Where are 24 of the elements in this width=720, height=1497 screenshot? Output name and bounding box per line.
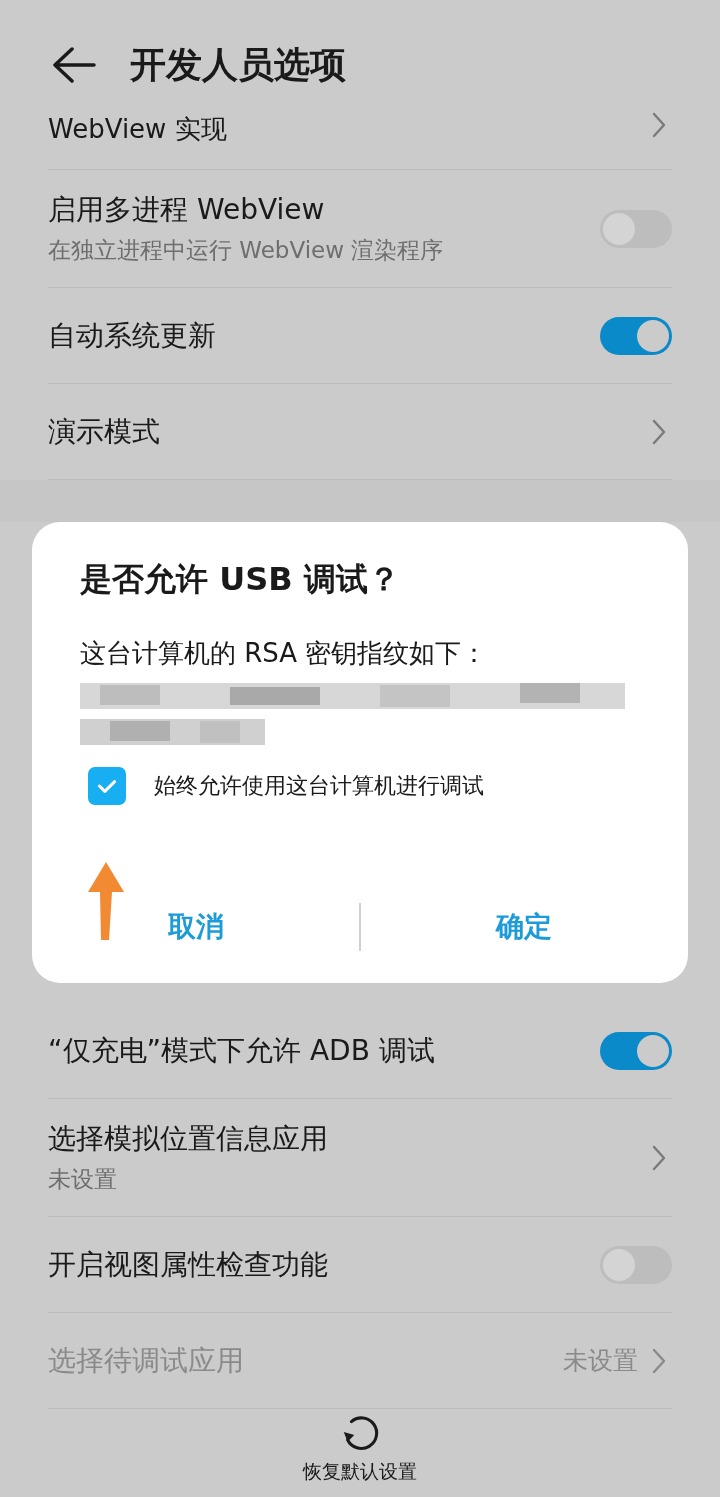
chevron-icon <box>652 1144 666 1171</box>
setting-title[interactable]: “仅充电”模式下允许 ADB 调试 <box>48 1031 600 1070</box>
restore-defaults-button[interactable]: 恢复默认设置 <box>303 1413 417 1485</box>
back-icon[interactable] <box>52 47 96 83</box>
setting-subtitle: 未设置 <box>48 1165 118 1194</box>
setting-title[interactable]: 启用多进程 WebView <box>48 191 600 229</box>
checkbox-label[interactable]: 始终允许使用这台计算机进行调试 <box>154 771 484 801</box>
chevron-icon <box>652 418 666 445</box>
page-title: 开发人员选项 <box>130 42 346 87</box>
setting-title[interactable]: 演示模式 <box>48 412 652 451</box>
chevron-icon <box>652 112 666 138</box>
setting-title[interactable]: 自动系统更新 <box>48 316 600 355</box>
setting-title[interactable]: WebView 实现 <box>48 112 652 147</box>
checkbox[interactable] <box>88 767 126 805</box>
chevron-icon <box>652 1347 666 1374</box>
setting-title[interactable]: 开启视图属性检查功能 <box>48 1245 600 1284</box>
setting-title[interactable]: 选择模拟位置信息应用 <box>48 1120 652 1158</box>
setting-value: 未设置 <box>563 1345 638 1377</box>
arrow-icon <box>88 862 124 942</box>
toggle-switch[interactable] <box>600 1031 672 1070</box>
dialog-message: 这台计算机的 RSA 密钥指纹如下： <box>80 637 489 670</box>
setting-subtitle: 在独立进程中运行 WebView 渲染程序 <box>48 236 445 265</box>
toggle-switch[interactable] <box>600 316 672 355</box>
dialog-title: 是否允许 USB 调试？ <box>80 559 401 600</box>
